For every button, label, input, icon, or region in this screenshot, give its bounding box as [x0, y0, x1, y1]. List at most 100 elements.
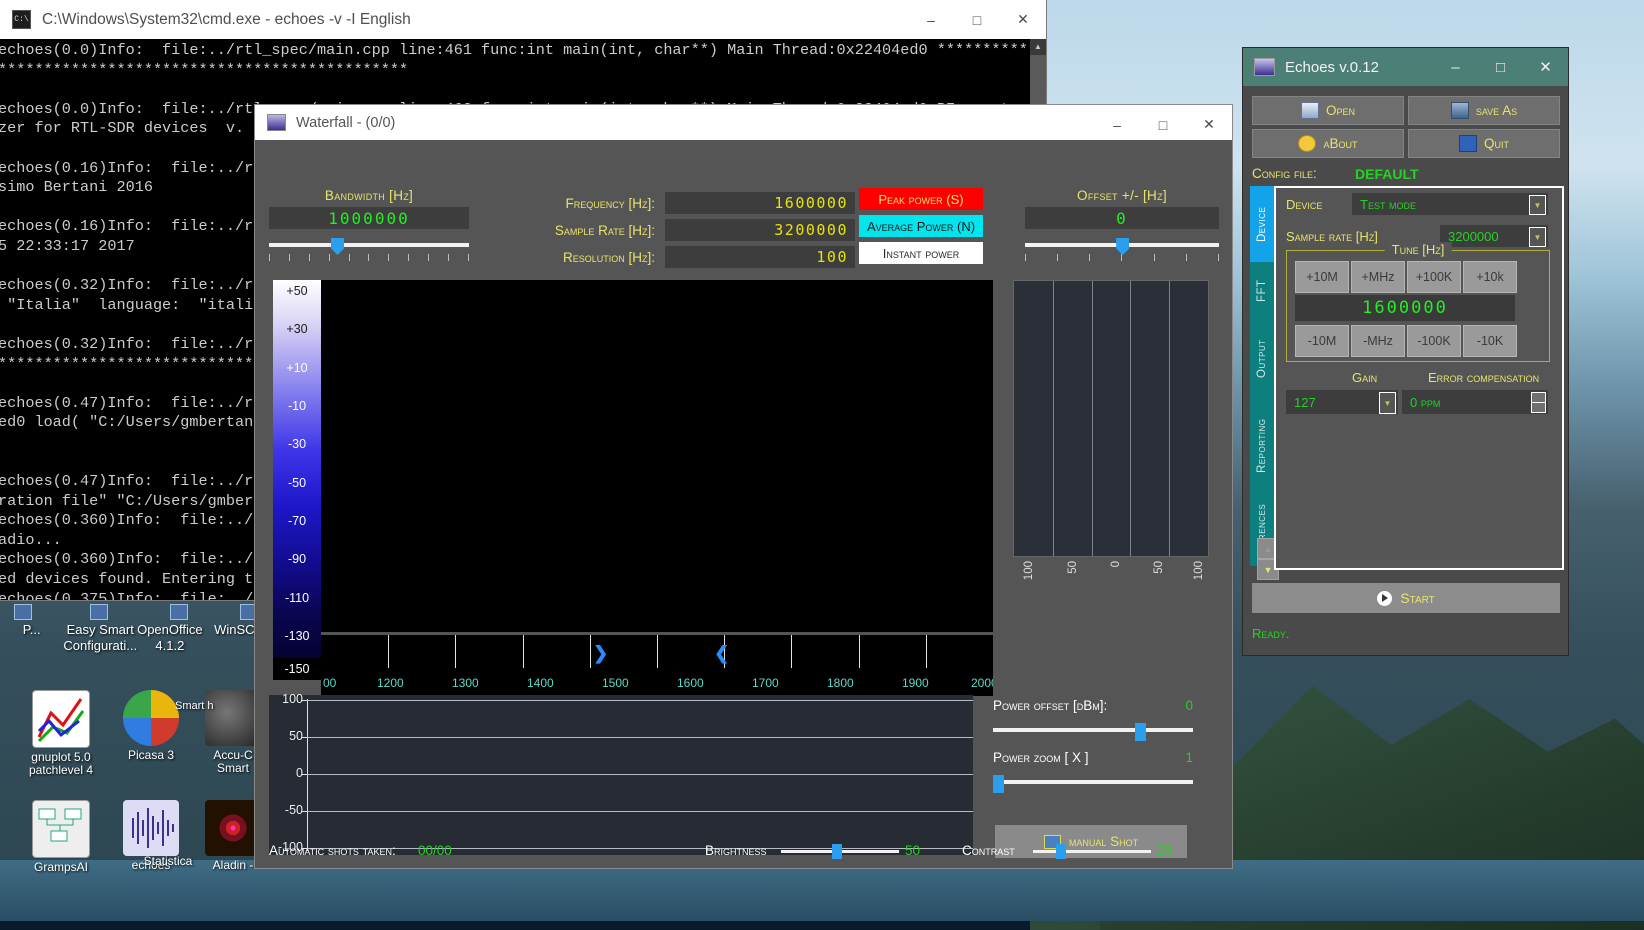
gain-combo[interactable]: 127 ▼: [1286, 390, 1398, 414]
frequency-value: 1600000: [774, 194, 848, 212]
offset-slider[interactable]: [1025, 238, 1219, 262]
cmd-maximize-button[interactable]: □: [954, 0, 1000, 39]
scale-tick: -50: [287, 476, 307, 490]
tab-fft[interactable]: FFT: [1250, 262, 1274, 320]
chevron-down-icon[interactable]: ▼: [1529, 195, 1546, 215]
save-as-button[interactable]: save As: [1408, 96, 1560, 125]
resolution-row: Resolution [Hz]: 100: [505, 246, 855, 268]
tune-value: 1600000: [1362, 298, 1448, 318]
chevron-down-icon[interactable]: ▼: [1379, 392, 1396, 414]
start-button[interactable]: Start: [1252, 583, 1560, 613]
echoes-maximize-button[interactable]: □: [1478, 48, 1523, 86]
slider-handle[interactable]: [1116, 238, 1130, 255]
slider-track: [993, 780, 1193, 784]
cmd-minimize-button[interactable]: –: [908, 0, 954, 39]
tune-plus-10k-button[interactable]: +10k: [1463, 261, 1517, 293]
waterfall-plot[interactable]: [321, 280, 993, 632]
desktop-icon-gnuplot[interactable]: gnuplot 5.0 patchlevel 4: [18, 690, 104, 777]
sample-rate-row: Sample Rate [Hz]: 3200000: [505, 219, 855, 241]
scale-tick: +30: [286, 322, 308, 336]
open-button[interactable]: Open: [1252, 96, 1404, 125]
bandwidth-group: Bandwidth [Hz] 1000000: [269, 188, 469, 262]
average-power-button[interactable]: Average Power (N): [859, 215, 983, 237]
cmd-title-text: C:\Windows\System32\cmd.exe - echoes -v …: [42, 10, 411, 28]
spectrum-y-label: 100: [282, 692, 303, 706]
mini-axis-label: 100: [1023, 561, 1035, 581]
tab-reporting[interactable]: Reporting: [1250, 398, 1274, 494]
resolution-label: Resolution [Hz]:: [562, 249, 655, 265]
open-label: Open: [1325, 103, 1355, 118]
save-as-label: save As: [1475, 103, 1518, 118]
device-settings-panel: Device Test mode ▼ Sample rate [Hz] 3200…: [1274, 186, 1564, 570]
cmd-close-button[interactable]: ✕: [1000, 0, 1046, 39]
freq-tick-label: 1300: [452, 676, 479, 690]
tune-minus-10k-button[interactable]: -10K: [1463, 325, 1517, 357]
echoes-close-button[interactable]: ✕: [1523, 48, 1568, 86]
about-button[interactable]: aBout: [1252, 129, 1404, 158]
waterfall-title-bar[interactable]: Waterfall - (0/0) – □ ✕: [255, 105, 1232, 140]
scroll-up-arrow[interactable]: ▲: [1030, 39, 1046, 55]
tab-label: Reporting: [1256, 418, 1268, 474]
contrast-slider-handle[interactable]: [1056, 844, 1066, 859]
tune-minus-mhz-button[interactable]: -MHz: [1351, 325, 1405, 357]
tune-plus-mhz-button[interactable]: +MHz: [1351, 261, 1405, 293]
tune-plus-100k-button[interactable]: +100K: [1407, 261, 1461, 293]
waterfall-marker-strip[interactable]: ❯ ❮: [321, 635, 993, 670]
marker-right[interactable]: ❮: [714, 643, 729, 664]
slider-handle[interactable]: [993, 775, 1004, 793]
waterfall-icon: [267, 114, 286, 131]
folder-icon: [1300, 102, 1319, 119]
error-compensation-spinbox[interactable]: 0 ppm: [1402, 390, 1548, 414]
resolution-value: 100: [816, 248, 848, 266]
brightness-slider-handle[interactable]: [832, 844, 842, 859]
icon-label: gnuplot 5.0 patchlevel 4: [28, 750, 94, 777]
tune-plus-10m-button[interactable]: +10M: [1295, 261, 1349, 293]
sample-rate-label: Sample rate [Hz]: [1286, 229, 1378, 244]
tune-display: 1600000: [1295, 295, 1515, 321]
y-axis-line: [307, 699, 308, 851]
power-offset-slider[interactable]: [993, 723, 1193, 747]
freq-tick-label: 1200: [377, 676, 404, 690]
config-file-value: DEFAULT: [1355, 166, 1419, 182]
chevron-down-icon[interactable]: ▼: [1529, 227, 1546, 247]
bandwidth-slider[interactable]: [269, 238, 469, 262]
echoes-window[interactable]: Echoes v.0.12 – □ ✕ Open save As aBout Q…: [1243, 48, 1568, 655]
desktop-icon-statistica[interactable]: Statistica: [108, 855, 228, 868]
instant-power-button[interactable]: Instant power: [859, 242, 983, 264]
cmd-title-bar[interactable]: C:\ C:\Windows\System32\cmd.exe - echoes…: [0, 0, 1046, 39]
slider-handle[interactable]: [331, 238, 344, 255]
spin-down-button[interactable]: [1531, 402, 1546, 413]
tab-output[interactable]: Output: [1250, 320, 1274, 398]
echoes-title-bar[interactable]: Echoes v.0.12 – □ ✕: [1243, 48, 1568, 86]
tab-device[interactable]: Device: [1250, 186, 1274, 262]
slider-handle[interactable]: [1135, 723, 1146, 741]
scale-tick: -70: [287, 514, 307, 528]
tune-minus-100k-button[interactable]: -100K: [1407, 325, 1461, 357]
waterfall-window[interactable]: Waterfall - (0/0) – □ ✕ Bandwidth [Hz] 1…: [255, 105, 1232, 868]
device-combo[interactable]: Test mode ▼: [1352, 193, 1548, 215]
start-label: Start: [1400, 590, 1435, 606]
desktop-icon-gramps[interactable]: GrampsAI: [18, 800, 104, 874]
contrast-slider-track[interactable]: [1033, 850, 1151, 853]
tune-minus-10m-button[interactable]: -10M: [1295, 325, 1349, 357]
power-zoom-value: 1: [1185, 750, 1193, 765]
freq-tick-label: 1500: [602, 676, 629, 690]
waterfall-minimize-button[interactable]: –: [1094, 105, 1140, 144]
power-zoom-slider[interactable]: [993, 775, 1193, 799]
sample-rate-combo[interactable]: 3200000 ▼: [1440, 225, 1548, 247]
quit-button[interactable]: Quit: [1408, 129, 1560, 158]
mini-axis-label: 50: [1067, 561, 1079, 574]
power-spectrum-plot[interactable]: 100 50 0 -50 -100: [269, 692, 973, 855]
waterfall-maximize-button[interactable]: □: [1140, 105, 1186, 144]
config-file-label: Config file:: [1252, 166, 1317, 181]
peak-power-button[interactable]: Peak power (S): [859, 188, 983, 210]
brightness-value: 50: [905, 843, 921, 858]
tab-label: Device: [1256, 206, 1268, 242]
marker-left[interactable]: ❯: [593, 643, 608, 664]
offset-value: 0: [1116, 208, 1128, 228]
waterfall-close-button[interactable]: ✕: [1186, 105, 1232, 144]
sample-rate-display: 3200000: [665, 219, 855, 241]
power-history-plot[interactable]: [1013, 280, 1209, 557]
about-label: aBout: [1323, 136, 1358, 151]
echoes-minimize-button[interactable]: –: [1433, 48, 1478, 86]
